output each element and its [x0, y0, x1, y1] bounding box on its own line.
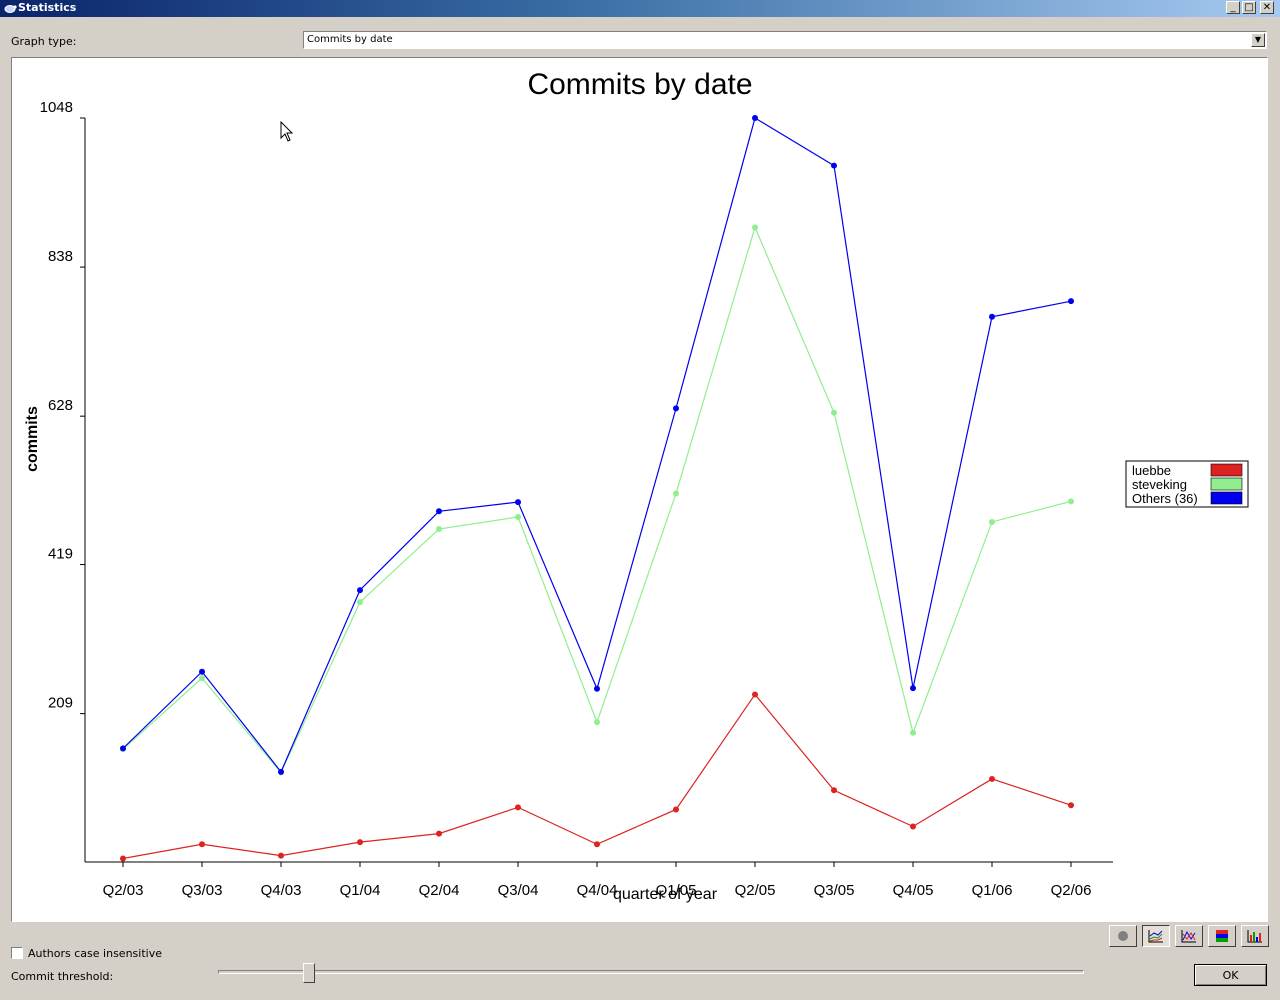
data-point — [199, 675, 205, 682]
legend-swatch — [1210, 491, 1243, 505]
data-point — [1068, 498, 1074, 505]
x-tick-label: Q1/06 — [972, 882, 1013, 899]
legend-label: Others (36) — [1132, 491, 1198, 506]
data-point — [594, 685, 600, 692]
dropdown-arrow-icon[interactable]: ▼ — [1251, 33, 1265, 47]
y-tick-label: 419 — [48, 546, 73, 563]
data-point — [436, 508, 442, 515]
data-point — [989, 313, 995, 320]
data-point — [831, 409, 837, 416]
turtle-app-icon — [4, 5, 17, 13]
commit-threshold-label: Commit threshold: — [11, 970, 114, 983]
x-tick-label: Q3/05 — [814, 882, 855, 899]
data-point — [673, 806, 679, 813]
legend-swatch — [1210, 477, 1243, 491]
data-point — [910, 823, 916, 830]
x-tick-label: Q2/03 — [103, 882, 144, 899]
data-point — [515, 513, 521, 520]
legend-label: steveking — [1132, 477, 1187, 492]
data-point — [120, 855, 126, 862]
data-point — [594, 719, 600, 726]
data-point — [436, 830, 442, 837]
x-tick-label: Q2/05 — [735, 882, 776, 899]
ok-button[interactable]: OK — [1194, 964, 1267, 986]
authors-case-insensitive-checkbox[interactable] — [11, 947, 23, 959]
close-icon: ✕ — [1262, 2, 1272, 13]
bar-chart-icon — [1247, 930, 1262, 943]
data-point — [910, 729, 916, 736]
series-line — [122, 117, 1072, 773]
chart-title: Commits by date — [527, 68, 752, 101]
minimize-icon: _ — [1230, 2, 1236, 13]
x-axis-label: quarter of year — [613, 886, 718, 903]
x-tick-label: Q2/06 — [1051, 882, 1092, 899]
data-point — [278, 768, 284, 775]
data-point — [1068, 298, 1074, 305]
data-point — [357, 839, 363, 846]
series-line — [122, 693, 1072, 860]
graph-type-value: Commits by date — [307, 34, 393, 45]
x-tick-label: Q4/03 — [261, 882, 302, 899]
y-axis-label: commits — [24, 406, 41, 472]
commits-chart: Commits by date 209 419 628 838 1048 Q2/03 Q3/0… — [24, 68, 1249, 903]
data-point — [989, 518, 995, 525]
y-tick-label: 628 — [48, 397, 73, 414]
data-point — [278, 852, 284, 859]
data-point — [1068, 802, 1074, 809]
x-tick-label: Q2/04 — [419, 882, 460, 899]
data-point — [594, 841, 600, 848]
y-tick-label: 1048 — [40, 99, 73, 116]
stacked-bar-chart-icon — [1216, 930, 1228, 942]
x-tick-label: Q3/03 — [182, 882, 223, 899]
data-point — [910, 685, 916, 692]
stacked-bar-chart-button[interactable] — [1208, 925, 1236, 947]
data-point — [752, 691, 758, 698]
data-point — [199, 668, 205, 675]
window-title: Statistics — [18, 1, 77, 14]
data-point — [831, 787, 837, 794]
graph-type-dropdown[interactable]: Commits by date ▼ — [303, 31, 1267, 49]
line-chart-button[interactable] — [1175, 925, 1203, 947]
data-point — [357, 587, 363, 594]
data-point — [673, 405, 679, 412]
stacked-line-chart-icon — [1148, 930, 1163, 943]
x-tick-label: Q3/04 — [498, 882, 539, 899]
data-point — [436, 526, 442, 533]
x-tick-label: Q4/05 — [893, 882, 934, 899]
commit-threshold-slider-track[interactable] — [218, 970, 1084, 974]
stacked-line-chart-button[interactable] — [1142, 925, 1170, 947]
x-tick-label: Q1/04 — [340, 882, 381, 899]
x-tick-label: Q4/04 — [577, 882, 618, 899]
data-point — [989, 775, 995, 782]
data-point — [673, 490, 679, 497]
pie-chart-button[interactable] — [1109, 925, 1137, 947]
data-point — [515, 804, 521, 811]
commit-threshold-slider-thumb[interactable] — [303, 963, 316, 983]
chart-area: Commits by date 209 419 628 838 1048 Q2/03 Q3/0… — [11, 57, 1268, 922]
bar-chart-button[interactable] — [1241, 925, 1269, 947]
legend-label: luebbe — [1132, 463, 1171, 478]
data-point — [831, 162, 837, 169]
maximize-button[interactable]: □ — [1242, 1, 1256, 14]
data-point — [752, 115, 758, 121]
line-chart-icon — [1181, 930, 1196, 943]
minimize-button[interactable]: _ — [1226, 1, 1240, 14]
title-bar[interactable]: Statistics _ □ ✕ — [0, 0, 1280, 17]
legend-swatch — [1210, 463, 1243, 477]
data-point — [515, 499, 521, 506]
data-point — [199, 841, 205, 848]
pie-chart-icon — [1118, 931, 1128, 941]
graph-type-label: Graph type: — [11, 35, 77, 48]
mouse-cursor-icon — [280, 121, 294, 142]
data-point — [752, 224, 758, 231]
data-point — [120, 745, 126, 752]
y-tick-label: 838 — [48, 248, 73, 265]
authors-case-insensitive-label: Authors case insensitive — [28, 947, 162, 960]
close-button[interactable]: ✕ — [1260, 1, 1274, 14]
maximize-icon: □ — [1244, 2, 1254, 13]
data-point — [357, 599, 363, 606]
y-tick-label: 209 — [48, 695, 73, 712]
